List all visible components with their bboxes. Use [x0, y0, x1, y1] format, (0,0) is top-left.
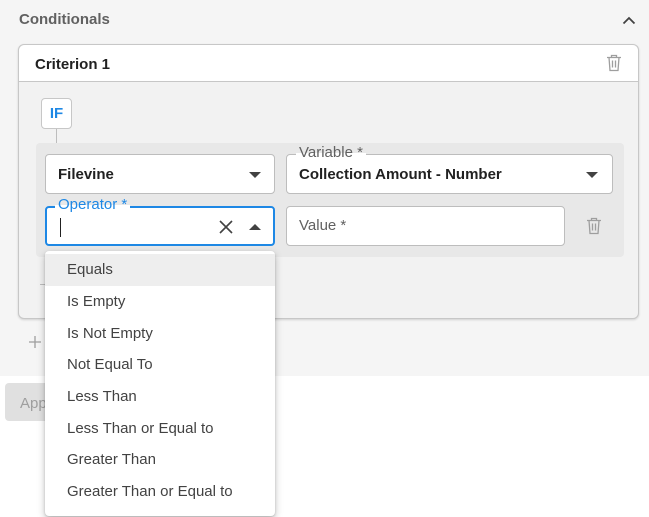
value-placeholder: Value * [299, 217, 347, 234]
apply-button[interactable]: App [5, 383, 49, 421]
source-value: Filevine [58, 166, 114, 183]
caret-down-icon[interactable] [586, 172, 598, 178]
if-connector [56, 129, 57, 143]
plus-icon[interactable] [27, 334, 43, 350]
delete-condition-button[interactable] [583, 215, 605, 237]
criterion-title: Criterion 1 [35, 56, 111, 73]
operator-option[interactable]: Greater Than or Equal to [45, 476, 275, 508]
apply-label: App [20, 395, 47, 412]
criterion-header: Criterion 1 [19, 45, 638, 82]
if-badge: IF [41, 98, 72, 129]
collapse-button[interactable] [617, 8, 641, 32]
caret-up-icon[interactable] [249, 224, 261, 230]
trash-icon [607, 54, 621, 72]
operator-option[interactable]: Less Than or Equal to [45, 413, 275, 445]
operator-option[interactable]: Less Than [45, 381, 275, 413]
operator-option[interactable]: Is Not Empty [45, 318, 275, 350]
operator-option[interactable]: Not Equal To [45, 349, 275, 381]
operator-dropdown-menu: Equals Is Empty Is Not Empty Not Equal T… [45, 251, 275, 516]
operator-option[interactable]: Greater Than [45, 444, 275, 476]
section-title: Conditionals [19, 11, 110, 28]
trash-icon [587, 217, 601, 235]
value-input[interactable]: Value * [286, 206, 565, 246]
caret-down-icon[interactable] [249, 172, 261, 178]
delete-criterion-button[interactable] [603, 52, 625, 74]
operator-option[interactable]: Equals [45, 254, 275, 286]
variable-label: Variable * [296, 144, 366, 162]
text-cursor [60, 218, 61, 237]
close-icon[interactable] [217, 218, 235, 236]
operator-label: Operator * [55, 196, 131, 214]
operator-select[interactable]: Operator * [45, 196, 275, 246]
operator-option[interactable]: Is Empty [45, 286, 275, 318]
variable-value: Collection Amount - Number [299, 166, 502, 183]
chevron-up-icon [622, 16, 636, 24]
source-select[interactable]: Filevine [45, 154, 275, 194]
variable-select[interactable]: Variable * Collection Amount - Number [286, 144, 613, 194]
